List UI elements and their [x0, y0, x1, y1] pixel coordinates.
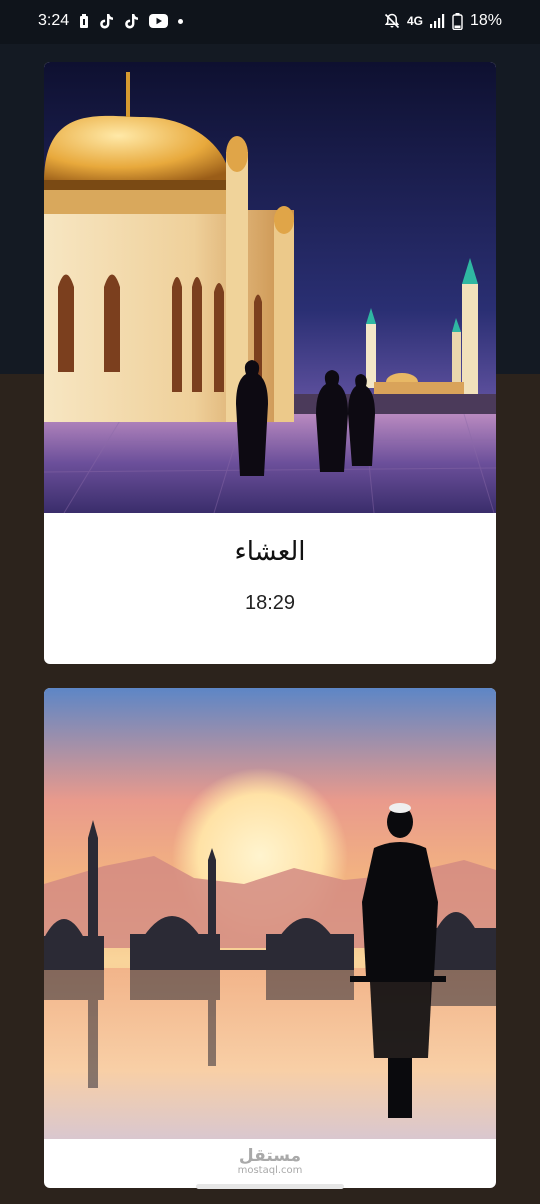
prayer-card-isha[interactable]: العشاء 18:29 [44, 62, 496, 664]
mostaql-watermark: مستقل mostaql.com [0, 1148, 540, 1176]
status-bar: 3:24 4G 18% [0, 0, 540, 44]
home-indicator[interactable] [196, 1184, 344, 1189]
watermark-arabic: مستقل [238, 1146, 302, 1166]
youtube-icon [149, 14, 169, 28]
status-left: 3:24 [38, 12, 184, 30]
status-time: 3:24 [38, 12, 70, 29]
mosque-dusk-image [44, 62, 496, 513]
battery-percent: 18% [469, 12, 502, 29]
tiktok-icon [124, 13, 139, 29]
status-right: 4G 18% [384, 12, 502, 30]
battery-saver-icon [79, 13, 89, 29]
prayer-card[interactable] [44, 688, 496, 1188]
prayer-time: 18:29 [244, 592, 296, 614]
notifications-off-icon [384, 13, 400, 29]
more-notifications-dot-icon [178, 18, 184, 24]
card-body: العشاء 18:29 [44, 513, 496, 664]
tiktok-icon [99, 13, 114, 29]
prayer-name: العشاء [234, 537, 306, 567]
network-type-label: 4G [406, 14, 423, 28]
watermark-latin: mostaql.com [237, 1165, 303, 1176]
battery-icon [452, 12, 463, 30]
signal-icon [429, 14, 445, 28]
sunset-prayer-image [44, 688, 496, 1139]
